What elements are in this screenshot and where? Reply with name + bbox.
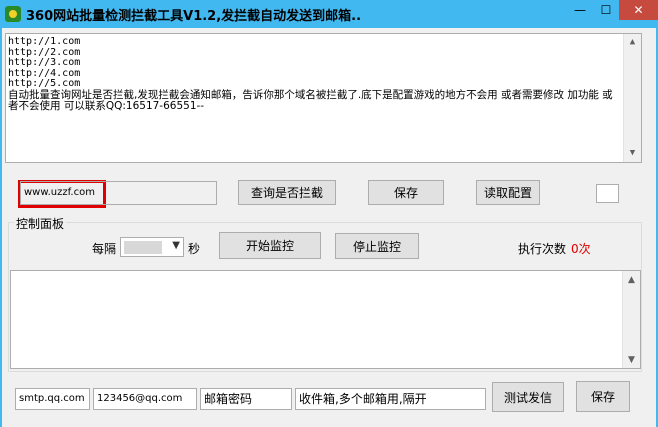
scroll-down-icon[interactable]: ▼ — [624, 145, 641, 162]
title-bar: 360网站批量检测拦截工具V1.2,发拦截自动发送到邮箱.. — ☐ ✕ — [0, 0, 658, 28]
save-email-button[interactable]: 保存 — [576, 381, 630, 412]
close-icon[interactable]: ✕ — [619, 0, 658, 20]
interval-selected-value — [124, 241, 162, 254]
interval-label: 每隔 — [92, 242, 117, 256]
read-config-button[interactable]: 读取配置 — [476, 180, 540, 205]
help-note: 自动批量查询网址是否拦截,发现拦截会通知邮箱，告诉你那个域名被拦截了.底下是配置… — [8, 88, 613, 112]
seconds-label: 秒 — [188, 242, 201, 256]
smtp-server-input[interactable]: smtp.qq.com — [15, 388, 90, 410]
url-line: http://4.com — [8, 67, 81, 79]
check-block-button[interactable]: 查询是否拦截 — [238, 180, 336, 205]
app-icon — [5, 6, 21, 22]
url-line: http://1.com — [8, 36, 81, 47]
url-list-textarea[interactable]: http://1.com http://2.com http://3.com h… — [5, 33, 642, 163]
scroll-up-icon[interactable]: ▲ — [623, 271, 640, 288]
maximize-icon[interactable]: ☐ — [593, 0, 619, 20]
log-textarea[interactable]: ▲ ▼ — [10, 270, 641, 369]
exec-count-value: 0次 — [571, 242, 591, 256]
email-account-input[interactable]: 123456@qq.com — [93, 388, 197, 410]
chevron-down-icon[interactable]: ▼ — [172, 240, 180, 251]
start-monitor-button[interactable]: 开始监控 — [219, 232, 321, 259]
url-line: http://2.com — [8, 46, 81, 58]
minimize-icon[interactable]: — — [567, 0, 593, 20]
control-panel-title: 控制面板 — [14, 215, 67, 232]
save-domains-button[interactable]: 保存 — [368, 180, 444, 205]
exec-count-label: 执行次数 — [518, 242, 567, 256]
scroll-up-icon[interactable]: ▲ — [624, 34, 641, 51]
status-box — [596, 184, 619, 203]
url-line: http://5.com — [8, 78, 81, 89]
url-line: http://3.com — [8, 57, 81, 68]
domain-input[interactable]: www.uzzf.com — [20, 181, 217, 205]
test-send-button[interactable]: 测试发信 — [492, 382, 564, 412]
scroll-down-icon[interactable]: ▼ — [623, 351, 640, 368]
log-scrollbar[interactable]: ▲ ▼ — [622, 271, 640, 368]
recipients-input[interactable]: 收件箱,多个邮箱用,隔开 — [295, 388, 486, 410]
interval-select[interactable]: ▼ — [120, 237, 184, 257]
window-title: 360网站批量检测拦截工具V1.2,发拦截自动发送到邮箱.. — [26, 9, 362, 24]
stop-monitor-button[interactable]: 停止监控 — [335, 233, 419, 259]
email-password-input[interactable]: 邮箱密码 — [200, 388, 292, 410]
url-list-scrollbar[interactable]: ▲ ▼ — [623, 34, 641, 162]
